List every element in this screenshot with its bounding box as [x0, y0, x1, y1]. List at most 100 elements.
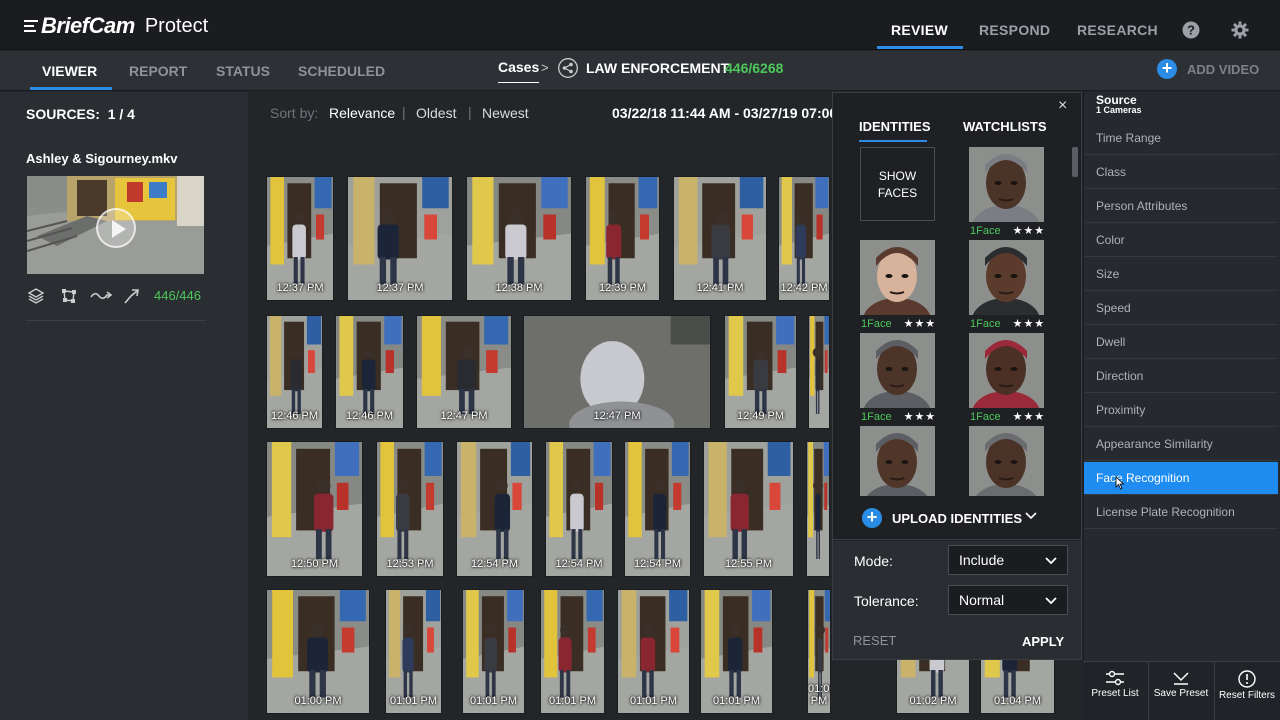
sort-separator: |	[402, 104, 406, 120]
result-thumbnail[interactable]: 12:37 PM	[266, 176, 334, 301]
result-timestamp: 12:50 PM	[290, 558, 339, 570]
result-thumbnail-image	[457, 442, 532, 576]
face-thumbnail[interactable]	[969, 240, 1044, 315]
result-thumbnail[interactable]: 12:53 PM	[376, 441, 444, 577]
face-thumbnail[interactable]	[860, 333, 935, 408]
result-thumbnail[interactable]: 12:54 PM	[624, 441, 691, 577]
filter-item[interactable]: Class	[1084, 156, 1278, 189]
result-thumbnail[interactable]: 12:37 PM	[347, 176, 453, 301]
filter-item[interactable]: Speed	[1084, 292, 1278, 325]
filter-item[interactable]: Proximity	[1084, 394, 1278, 427]
add-video-button[interactable]: + ADD VIDEO	[1157, 59, 1259, 79]
nav-respond[interactable]: RESPOND	[979, 0, 1050, 50]
result-thumbnail[interactable]: 01:01 PM	[385, 589, 442, 714]
filter-item[interactable]: Face Recognition	[1084, 462, 1278, 495]
tab-viewer[interactable]: VIEWER	[42, 51, 97, 91]
show-faces-button[interactable]: SHOW FACES	[860, 147, 935, 221]
result-thumbnail[interactable]: 01:01 PM	[700, 589, 773, 714]
tolerance-select[interactable]: Normal	[948, 585, 1068, 615]
result-thumbnail[interactable]: 12:54 PM	[545, 441, 613, 577]
filter-item[interactable]: Dwell	[1084, 326, 1278, 359]
gear-icon[interactable]	[1231, 21, 1249, 39]
result-thumbnail-image	[809, 316, 829, 428]
nav-review[interactable]: REVIEW	[891, 0, 948, 50]
face-thumbnail[interactable]	[969, 426, 1044, 496]
result-thumbnail[interactable]: 12:47 PM	[416, 315, 512, 429]
result-thumbnail[interactable]	[806, 441, 830, 577]
result-thumbnail[interactable]: 12:42 PM	[778, 176, 830, 301]
direction-icon[interactable]	[122, 287, 140, 305]
filter-item[interactable]: Appearance Similarity	[1084, 428, 1278, 461]
reset-filters-button[interactable]: Reset Filters	[1215, 664, 1279, 720]
region-icon[interactable]	[60, 287, 78, 305]
result-thumbnail[interactable]: 01:01 PM	[617, 589, 690, 714]
identities-scrollbar[interactable]	[1072, 147, 1078, 177]
filter-item[interactable]: Direction	[1084, 360, 1278, 393]
filter-item[interactable]: License Plate Recognition	[1084, 496, 1278, 529]
tab-scheduled[interactable]: SCHEDULED	[298, 51, 385, 91]
tab-identities[interactable]: IDENTITIES	[859, 119, 931, 134]
tab-watchlists[interactable]: WATCHLISTS	[963, 119, 1047, 134]
result-thumbnail[interactable]: 12:54 PM	[456, 441, 533, 577]
result-thumbnail[interactable]: 12:39 PM	[585, 176, 660, 301]
mode-select[interactable]: Include	[948, 545, 1068, 575]
path-icon[interactable]	[90, 287, 112, 305]
share-icon[interactable]	[558, 58, 578, 78]
layers-icon[interactable]	[27, 287, 45, 305]
result-thumbnail[interactable]: 01:02 PM	[807, 589, 831, 714]
svg-text:?: ?	[1187, 23, 1195, 38]
reset-button[interactable]: RESET	[853, 633, 896, 648]
result-thumbnail[interactable]: 12:50 PM	[266, 441, 363, 577]
reset-filters-label: Reset Filters	[1218, 690, 1276, 701]
result-thumbnail[interactable]: 01:00 PM	[266, 589, 370, 714]
tab-status[interactable]: STATUS	[216, 51, 270, 91]
face-thumbnail[interactable]	[860, 426, 935, 496]
result-thumbnail[interactable]: 01:01 PM	[540, 589, 605, 714]
sources-value: 1 / 4	[107, 106, 135, 122]
filter-item[interactable]: Person Attributes	[1084, 190, 1278, 223]
preset-list-button[interactable]: Preset List	[1083, 664, 1147, 720]
face-rating-stars: ★★★	[1012, 411, 1046, 423]
result-timestamp: 12:37 PM	[376, 282, 424, 294]
face-match-label: 1Face ★★★	[970, 410, 1045, 423]
app-window: BriefCam Protect REVIEW RESPOND RESEARCH…	[0, 0, 1280, 720]
breadcrumb-cases[interactable]: Cases	[498, 56, 540, 83]
sort-oldest[interactable]: Oldest	[416, 105, 456, 121]
tab-report[interactable]: REPORT	[129, 51, 187, 91]
result-thumbnail[interactable]	[808, 315, 830, 429]
face-thumbnail[interactable]	[969, 333, 1044, 408]
play-icon[interactable]	[96, 208, 136, 248]
filter-item[interactable]: Color	[1084, 224, 1278, 257]
result-thumbnail-image	[546, 442, 612, 576]
filter-item[interactable]: Time Range	[1084, 122, 1278, 155]
mode-value: Include	[959, 552, 1005, 568]
result-timestamp: 01:01 PM	[712, 695, 761, 707]
result-thumbnail[interactable]: 12:38 PM	[466, 176, 572, 301]
nav-research[interactable]: RESEARCH	[1077, 0, 1158, 50]
close-icon[interactable]: ×	[1058, 97, 1067, 115]
result-thumbnail[interactable]: 12:46 PM	[266, 315, 323, 429]
face-thumbnail[interactable]	[860, 240, 935, 315]
result-thumbnail[interactable]: 12:49 PM	[724, 315, 797, 429]
result-thumbnail[interactable]: 01:01 PM	[462, 589, 525, 714]
apply-button[interactable]: APPLY	[1022, 634, 1064, 649]
chevron-down-icon[interactable]	[1025, 510, 1037, 522]
result-timestamp: 12:41 PM	[696, 282, 744, 294]
plus-icon: +	[862, 508, 882, 528]
upload-identities-button[interactable]: + UPLOAD IDENTITIES	[862, 508, 1022, 528]
sort-relevance[interactable]: Relevance	[329, 105, 395, 121]
result-timestamp: 01:02 PM	[909, 695, 957, 707]
chevron-down-icon	[1045, 597, 1057, 605]
filter-item[interactable]: Size	[1084, 258, 1278, 291]
result-thumbnail[interactable]: 12:46 PM	[335, 315, 404, 429]
save-preset-button[interactable]: Save Preset	[1149, 664, 1213, 720]
face-thumbnail[interactable]	[969, 147, 1044, 222]
briefcam-logo[interactable]: BriefCam Protect	[24, 13, 208, 39]
face-image	[969, 426, 1044, 496]
help-icon[interactable]: ?	[1182, 21, 1200, 39]
sort-newest[interactable]: Newest	[482, 105, 529, 121]
result-thumbnail[interactable]: 12:41 PM	[673, 176, 767, 301]
result-thumbnail[interactable]: 12:55 PM	[703, 441, 794, 577]
result-thumbnail[interactable]: 12:47 PM	[523, 315, 711, 429]
result-timestamp: 12:54 PM	[633, 558, 682, 570]
